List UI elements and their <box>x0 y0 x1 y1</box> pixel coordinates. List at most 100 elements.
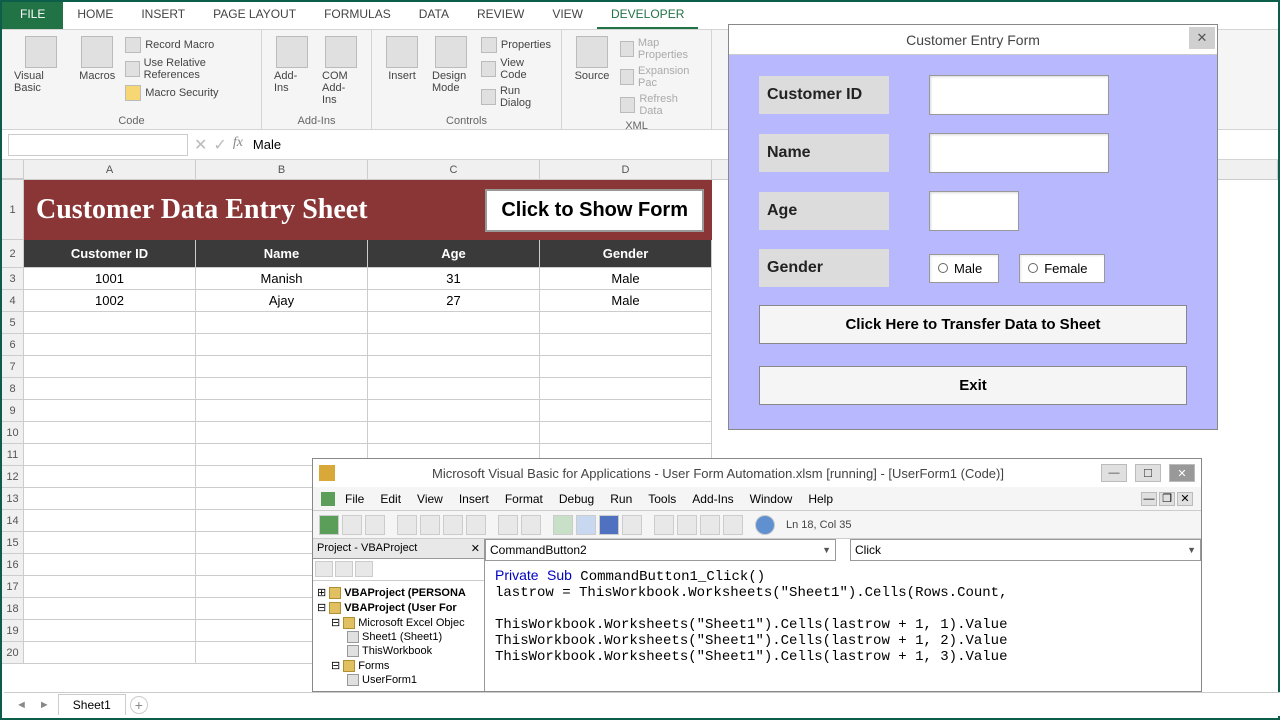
tb-reset-icon[interactable] <box>599 515 619 535</box>
cancel-icon[interactable]: ✕ <box>194 135 207 155</box>
menu-help[interactable]: Help <box>802 490 839 508</box>
cell[interactable]: 31 <box>368 268 540 290</box>
tab-review[interactable]: REVIEW <box>463 2 538 29</box>
col-header-c[interactable]: C <box>368 160 540 179</box>
row-header[interactable]: 2 <box>2 240 24 268</box>
cell[interactable] <box>196 312 368 334</box>
sheet-nav-next[interactable]: ► <box>35 699 54 711</box>
row-header[interactable]: 9 <box>2 400 24 422</box>
tb-save-icon[interactable] <box>365 515 385 535</box>
show-form-button[interactable]: Click to Show Form <box>485 189 704 232</box>
proj-tb-icon[interactable] <box>335 561 353 577</box>
input-customer-id[interactable] <box>929 75 1109 115</box>
cell[interactable] <box>24 598 196 620</box>
tab-developer[interactable]: DEVELOPER <box>597 2 698 29</box>
cell[interactable] <box>24 642 196 664</box>
menu-edit[interactable]: Edit <box>374 490 407 508</box>
cell[interactable] <box>368 356 540 378</box>
row-header[interactable]: 4 <box>2 290 24 312</box>
row-header[interactable]: 7 <box>2 356 24 378</box>
menu-debug[interactable]: Debug <box>553 490 600 508</box>
row-header[interactable]: 19 <box>2 620 24 642</box>
transfer-button[interactable]: Click Here to Transfer Data to Sheet <box>759 305 1187 344</box>
cell[interactable]: Male <box>540 290 712 312</box>
row-header[interactable]: 1 <box>2 180 24 240</box>
properties-button[interactable]: Properties <box>479 36 553 54</box>
row-header[interactable]: 16 <box>2 554 24 576</box>
tb-find-icon[interactable] <box>466 515 486 535</box>
cell[interactable] <box>540 400 712 422</box>
cell[interactable]: 1002 <box>24 290 196 312</box>
cell[interactable]: Ajay <box>196 290 368 312</box>
cell[interactable] <box>24 312 196 334</box>
menu-tools[interactable]: Tools <box>642 490 682 508</box>
tab-view[interactable]: VIEW <box>538 2 597 29</box>
tab-data[interactable]: DATA <box>405 2 463 29</box>
menu-format[interactable]: Format <box>499 490 549 508</box>
menu-file[interactable]: File <box>339 490 370 508</box>
cell[interactable] <box>540 334 712 356</box>
row-header[interactable]: 18 <box>2 598 24 620</box>
tab-page-layout[interactable]: PAGE LAYOUT <box>199 2 310 29</box>
menu-view[interactable]: View <box>411 490 449 508</box>
menu-addins[interactable]: Add-Ins <box>686 490 739 508</box>
tb-excel-icon[interactable] <box>319 515 339 535</box>
tb-browser-icon[interactable] <box>700 515 720 535</box>
cell[interactable] <box>24 422 196 444</box>
tb-redo-icon[interactable] <box>521 515 541 535</box>
tab-insert[interactable]: INSERT <box>127 2 199 29</box>
record-macro-button[interactable]: Record Macro <box>123 36 253 54</box>
procedure-dropdown[interactable]: Click▼ <box>850 539 1201 561</box>
cell[interactable] <box>196 422 368 444</box>
cell[interactable] <box>24 554 196 576</box>
tb-cut-icon[interactable] <box>397 515 417 535</box>
cell[interactable] <box>24 488 196 510</box>
cell[interactable] <box>540 356 712 378</box>
tb-copy-icon[interactable] <box>420 515 440 535</box>
tb-design-icon[interactable] <box>622 515 642 535</box>
cell[interactable] <box>196 400 368 422</box>
com-addins-button[interactable]: COM Add-Ins <box>318 34 363 108</box>
visual-basic-button[interactable]: Visual Basic <box>10 34 71 96</box>
cell[interactable] <box>368 422 540 444</box>
cell[interactable] <box>24 510 196 532</box>
input-name[interactable] <box>929 133 1109 173</box>
tb-run-icon[interactable] <box>553 515 573 535</box>
cell[interactable] <box>196 378 368 400</box>
vba-titlebar[interactable]: Microsoft Visual Basic for Applications … <box>313 459 1201 487</box>
relative-refs-button[interactable]: Use Relative References <box>123 56 253 82</box>
cell[interactable]: Manish <box>196 268 368 290</box>
row-header[interactable]: 10 <box>2 422 24 444</box>
tb-btn[interactable] <box>342 515 362 535</box>
cell[interactable] <box>24 356 196 378</box>
radio-male[interactable]: Male <box>929 254 999 283</box>
row-header[interactable]: 15 <box>2 532 24 554</box>
macro-security-button[interactable]: Macro Security <box>123 84 253 102</box>
menu-window[interactable]: Window <box>744 490 799 508</box>
row-header[interactable]: 13 <box>2 488 24 510</box>
tab-formulas[interactable]: FORMULAS <box>310 2 405 29</box>
tb-properties-icon[interactable] <box>677 515 697 535</box>
cell[interactable] <box>540 422 712 444</box>
menu-insert[interactable]: Insert <box>453 490 495 508</box>
select-all-corner[interactable] <box>2 160 24 179</box>
object-dropdown[interactable]: CommandButton2▼ <box>485 539 836 561</box>
inner-minimize[interactable]: — <box>1141 492 1157 506</box>
source-button[interactable]: Source <box>570 34 614 84</box>
input-age[interactable] <box>929 191 1019 231</box>
cell[interactable] <box>24 466 196 488</box>
insert-control-button[interactable]: Insert <box>380 34 424 84</box>
cell[interactable] <box>24 444 196 466</box>
cell[interactable] <box>24 400 196 422</box>
row-header[interactable]: 3 <box>2 268 24 290</box>
macros-button[interactable]: Macros <box>75 34 119 84</box>
cell[interactable] <box>24 334 196 356</box>
cell[interactable] <box>368 400 540 422</box>
cell[interactable] <box>368 312 540 334</box>
cell[interactable] <box>540 378 712 400</box>
row-header[interactable]: 6 <box>2 334 24 356</box>
cell[interactable]: 1001 <box>24 268 196 290</box>
row-header[interactable]: 8 <box>2 378 24 400</box>
cell[interactable] <box>196 356 368 378</box>
enter-icon[interactable]: ✓ <box>213 135 226 155</box>
